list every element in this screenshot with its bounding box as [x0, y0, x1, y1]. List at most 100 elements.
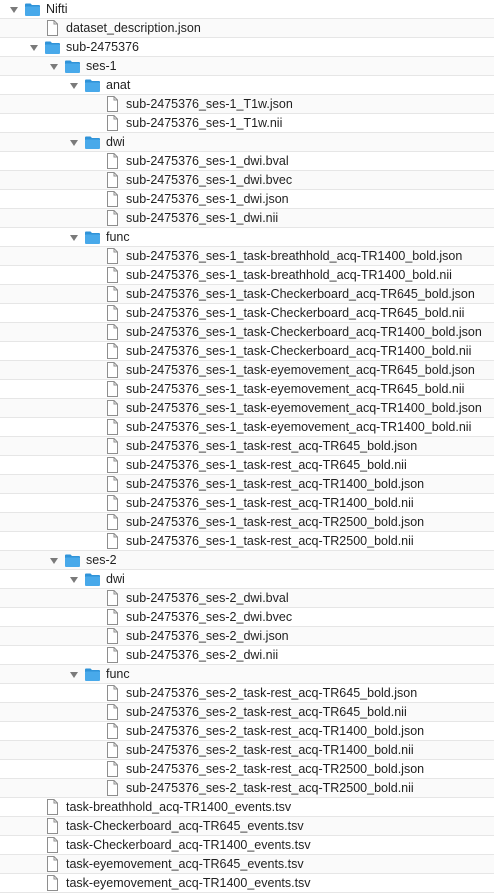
file-row[interactable]: sub-2475376_ses-1_task-rest_acq-TR2500_b…	[0, 513, 494, 532]
file-row[interactable]: sub-2475376_ses-1_task-eyemovement_acq-T…	[0, 380, 494, 399]
file-row[interactable]: sub-2475376_ses-1_task-Checkerboard_acq-…	[0, 285, 494, 304]
folder-row[interactable]: dwi	[0, 133, 494, 152]
file-row[interactable]: sub-2475376_ses-2_task-rest_acq-TR2500_b…	[0, 779, 494, 798]
file-icon	[104, 457, 121, 473]
file-label: sub-2475376_ses-1_task-rest_acq-TR2500_b…	[126, 515, 425, 529]
file-row[interactable]: sub-2475376_ses-1_dwi.bvec	[0, 171, 494, 190]
file-icon	[104, 742, 121, 758]
file-row[interactable]: sub-2475376_ses-1_task-rest_acq-TR2500_b…	[0, 532, 494, 551]
disclosure-triangle-icon[interactable]	[70, 83, 78, 89]
file-icon	[104, 419, 121, 435]
file-row[interactable]: task-eyemovement_acq-TR1400_events.tsv	[0, 874, 494, 893]
file-label: sub-2475376_ses-1_task-rest_acq-TR1400_b…	[126, 496, 414, 510]
file-icon	[104, 400, 121, 416]
folder-icon	[84, 571, 101, 587]
file-label: task-eyemovement_acq-TR645_events.tsv	[66, 857, 304, 871]
file-label: sub-2475376_ses-2_task-rest_acq-TR645_bo…	[126, 686, 418, 700]
file-row[interactable]: sub-2475376_ses-1_task-rest_acq-TR645_bo…	[0, 437, 494, 456]
file-label: sub-2475376_ses-1_T1w.json	[126, 97, 293, 111]
file-row[interactable]: sub-2475376_ses-2_dwi.json	[0, 627, 494, 646]
file-row[interactable]: sub-2475376_ses-1_T1w.json	[0, 95, 494, 114]
folder-row[interactable]: Nifti	[0, 0, 494, 19]
file-icon	[104, 780, 121, 796]
file-icon	[104, 590, 121, 606]
disclosure-triangle-icon[interactable]	[70, 235, 78, 241]
folder-row[interactable]: ses-1	[0, 57, 494, 76]
file-row[interactable]: sub-2475376_ses-2_dwi.bvec	[0, 608, 494, 627]
folder-icon	[84, 77, 101, 93]
file-row[interactable]: sub-2475376_ses-1_task-Checkerboard_acq-…	[0, 304, 494, 323]
file-row[interactable]: sub-2475376_ses-1_dwi.bval	[0, 152, 494, 171]
file-icon	[104, 704, 121, 720]
file-label: sub-2475376_ses-1_task-eyemovement_acq-T…	[126, 401, 482, 415]
file-icon	[104, 96, 121, 112]
file-icon	[104, 514, 121, 530]
file-icon	[104, 115, 121, 131]
file-label: sub-2475376_ses-1_task-rest_acq-TR2500_b…	[126, 534, 414, 548]
file-label: task-Checkerboard_acq-TR645_events.tsv	[66, 819, 304, 833]
folder-icon	[84, 134, 101, 150]
file-row[interactable]: task-Checkerboard_acq-TR1400_events.tsv	[0, 836, 494, 855]
folder-label: dwi	[106, 135, 125, 149]
file-row[interactable]: sub-2475376_ses-1_task-rest_acq-TR1400_b…	[0, 494, 494, 513]
folder-label: ses-2	[86, 553, 117, 567]
file-label: task-breathhold_acq-TR1400_events.tsv	[66, 800, 292, 814]
file-row[interactable]: sub-2475376_ses-2_task-rest_acq-TR645_bo…	[0, 684, 494, 703]
file-icon	[44, 856, 61, 872]
disclosure-triangle-icon[interactable]	[10, 7, 18, 13]
file-row[interactable]: sub-2475376_ses-2_task-rest_acq-TR2500_b…	[0, 760, 494, 779]
disclosure-triangle-icon[interactable]	[30, 45, 38, 51]
folder-label: Nifti	[46, 2, 68, 16]
file-row[interactable]: sub-2475376_ses-1_task-rest_acq-TR645_bo…	[0, 456, 494, 475]
file-row[interactable]: sub-2475376_ses-2_dwi.nii	[0, 646, 494, 665]
file-icon	[104, 609, 121, 625]
file-row[interactable]: sub-2475376_ses-1_task-eyemovement_acq-T…	[0, 418, 494, 437]
file-row[interactable]: sub-2475376_ses-1_T1w.nii	[0, 114, 494, 133]
file-row[interactable]: sub-2475376_ses-1_task-breathhold_acq-TR…	[0, 247, 494, 266]
file-label: sub-2475376_ses-1_task-rest_acq-TR645_bo…	[126, 439, 418, 453]
file-label: dataset_description.json	[66, 21, 201, 35]
file-icon	[104, 286, 121, 302]
file-row[interactable]: sub-2475376_ses-1_task-rest_acq-TR1400_b…	[0, 475, 494, 494]
file-row[interactable]: sub-2475376_ses-2_task-rest_acq-TR1400_b…	[0, 722, 494, 741]
folder-row[interactable]: func	[0, 665, 494, 684]
file-row[interactable]: sub-2475376_ses-1_dwi.json	[0, 190, 494, 209]
folder-row[interactable]: dwi	[0, 570, 494, 589]
file-row[interactable]: sub-2475376_ses-2_task-rest_acq-TR645_bo…	[0, 703, 494, 722]
disclosure-triangle-icon[interactable]	[70, 140, 78, 146]
file-icon	[104, 476, 121, 492]
file-icon	[104, 761, 121, 777]
file-icon	[104, 723, 121, 739]
folder-icon	[64, 58, 81, 74]
disclosure-triangle-icon[interactable]	[70, 672, 78, 678]
file-icon	[104, 362, 121, 378]
file-label: sub-2475376_ses-1_T1w.nii	[126, 116, 283, 130]
file-row[interactable]: task-Checkerboard_acq-TR645_events.tsv	[0, 817, 494, 836]
file-icon	[104, 495, 121, 511]
folder-row[interactable]: func	[0, 228, 494, 247]
file-label: sub-2475376_ses-1_task-eyemovement_acq-T…	[126, 382, 465, 396]
disclosure-triangle-icon[interactable]	[50, 558, 58, 564]
file-row[interactable]: task-eyemovement_acq-TR645_events.tsv	[0, 855, 494, 874]
file-icon	[104, 248, 121, 264]
folder-row[interactable]: sub-2475376	[0, 38, 494, 57]
file-label: sub-2475376_ses-1_dwi.json	[126, 192, 289, 206]
file-label: sub-2475376_ses-2_task-rest_acq-TR645_bo…	[126, 705, 407, 719]
file-row[interactable]: dataset_description.json	[0, 19, 494, 38]
file-row[interactable]: sub-2475376_ses-1_task-eyemovement_acq-T…	[0, 361, 494, 380]
folder-row[interactable]: ses-2	[0, 551, 494, 570]
file-row[interactable]: sub-2475376_ses-1_task-Checkerboard_acq-…	[0, 323, 494, 342]
disclosure-triangle-icon[interactable]	[50, 64, 58, 70]
file-icon	[104, 153, 121, 169]
file-row[interactable]: sub-2475376_ses-1_task-Checkerboard_acq-…	[0, 342, 494, 361]
file-row[interactable]: sub-2475376_ses-2_dwi.bval	[0, 589, 494, 608]
file-row[interactable]: task-breathhold_acq-TR1400_events.tsv	[0, 798, 494, 817]
file-icon	[104, 267, 121, 283]
file-row[interactable]: sub-2475376_ses-2_task-rest_acq-TR1400_b…	[0, 741, 494, 760]
disclosure-triangle-icon[interactable]	[70, 577, 78, 583]
file-row[interactable]: sub-2475376_ses-1_dwi.nii	[0, 209, 494, 228]
folder-row[interactable]: anat	[0, 76, 494, 95]
file-label: sub-2475376_ses-1_task-Checkerboard_acq-…	[126, 344, 472, 358]
file-row[interactable]: sub-2475376_ses-1_task-eyemovement_acq-T…	[0, 399, 494, 418]
file-row[interactable]: sub-2475376_ses-1_task-breathhold_acq-TR…	[0, 266, 494, 285]
